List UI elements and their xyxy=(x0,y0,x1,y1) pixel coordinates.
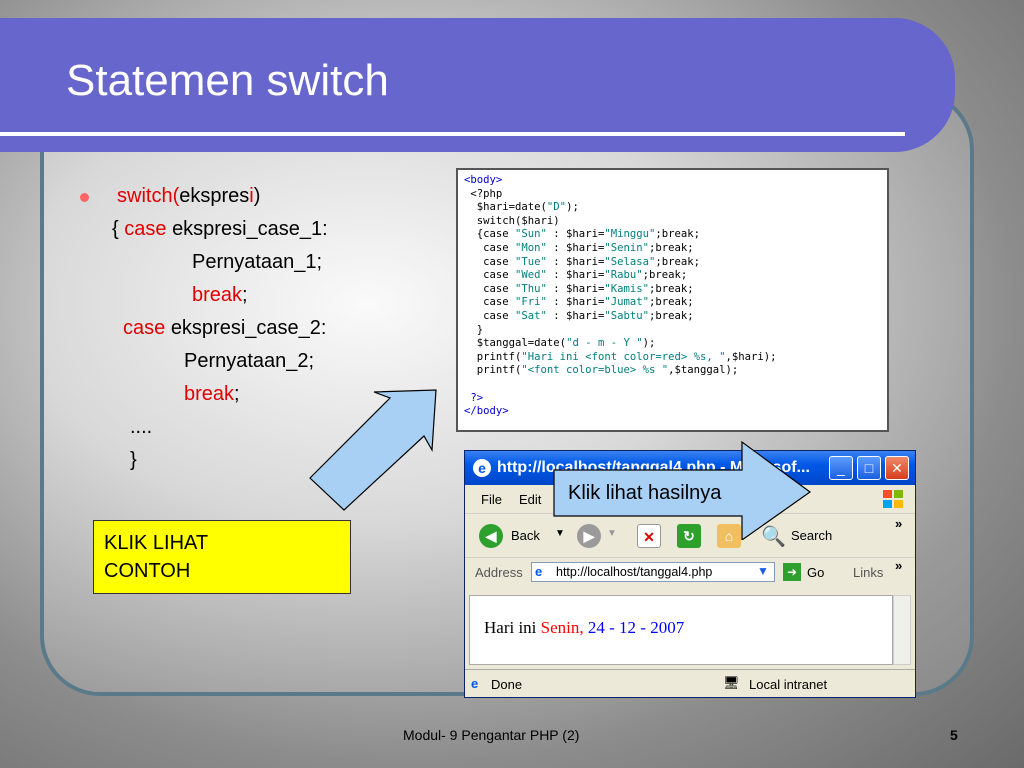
go-button[interactable]: Go xyxy=(807,565,824,580)
zone-text: Local intranet xyxy=(749,677,828,692)
code-sample: <body> <?php $hari=date("D"); switch($ha… xyxy=(456,168,889,432)
menu-edit[interactable]: Edit xyxy=(519,492,541,507)
page-content: Hari ini Senin, 24 - 12 - 2007 xyxy=(469,595,893,665)
links-overflow-icon[interactable]: » xyxy=(895,558,902,573)
syntax-line-4: break; xyxy=(192,284,248,306)
status-page-icon: e xyxy=(471,676,479,691)
maximize-button[interactable]: □ xyxy=(857,456,881,480)
address-url: http://localhost/tanggal4.php xyxy=(556,565,713,579)
page-output: Hari ini Senin, 24 - 12 - 2007 xyxy=(484,618,684,638)
klik-box-line-1: KLIK LIHAT xyxy=(104,532,209,554)
back-button-label[interactable]: Back xyxy=(511,528,540,543)
output-prefix: Hari ini xyxy=(484,618,541,637)
links-label[interactable]: Links xyxy=(853,565,883,580)
syntax-line-9: } xyxy=(130,449,137,471)
arrow-up-right-icon xyxy=(309,389,437,511)
output-date: 24 - 12 - 2007 xyxy=(583,618,685,637)
syntax-line-7: break; xyxy=(184,383,240,405)
local-intranet-icon: 🖥 xyxy=(723,675,740,690)
status-bar: e Done 🖥 Local intranet xyxy=(465,669,915,698)
ie-icon: e xyxy=(473,459,491,477)
address-input[interactable]: e http://localhost/tanggal4.php xyxy=(531,562,775,582)
syntax-line-1: switch(ekspresi) xyxy=(117,185,261,207)
syntax-line-3: Pernyataan_1; xyxy=(192,251,323,273)
syntax-line-2: { case ekspresi_case_1: xyxy=(112,218,328,240)
toolbar-overflow-icon[interactable]: » xyxy=(895,516,902,531)
go-arrow-icon[interactable]: ➜ xyxy=(783,563,801,581)
klik-box-line-2: CONTOH xyxy=(104,560,191,582)
callout-text: Klik lihat hasilnya xyxy=(568,482,722,504)
syntax-line-6: Pernyataan_2; xyxy=(184,350,315,372)
output-day: Senin, xyxy=(540,618,584,637)
bullet-icon xyxy=(80,193,89,202)
syntax-line-8: .... xyxy=(130,416,153,438)
address-dropdown-icon[interactable]: ▼ xyxy=(757,564,769,578)
syntax-line-5: case ekspresi_case_2: xyxy=(123,317,327,339)
address-bar: Address e http://localhost/tanggal4.php … xyxy=(465,557,915,588)
footer-text: Modul- 9 Pengantar PHP (2) xyxy=(403,727,580,743)
menu-file[interactable]: File xyxy=(481,492,502,507)
close-button[interactable]: ✕ xyxy=(885,456,909,480)
windows-flag-icon xyxy=(883,490,903,508)
title-underline xyxy=(0,132,905,136)
back-arrow-icon[interactable]: ◀ xyxy=(479,524,503,548)
minimize-button[interactable]: _ xyxy=(829,456,853,480)
page-number: 5 xyxy=(950,727,958,743)
vertical-scrollbar[interactable] xyxy=(893,595,911,665)
slide-title: Statemen switch xyxy=(66,56,389,105)
address-label: Address xyxy=(475,565,523,580)
status-text: Done xyxy=(491,677,523,692)
page-icon: e xyxy=(535,564,543,579)
klik-lihat-contoh-button[interactable]: KLIK LIHAT CONTOH xyxy=(93,520,351,594)
